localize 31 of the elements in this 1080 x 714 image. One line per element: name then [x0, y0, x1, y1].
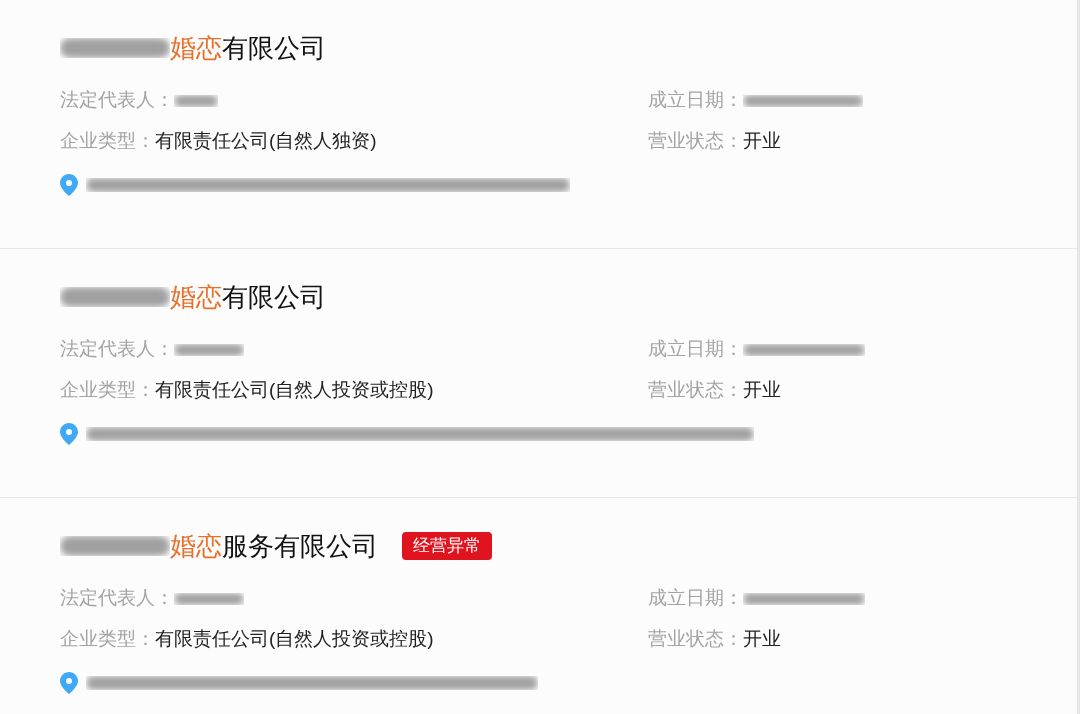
- field-label: 营业状态：: [648, 627, 743, 652]
- status-badge: 经营异常: [402, 532, 492, 560]
- blurred-text-drawing: [174, 94, 218, 107]
- blurred-text-drawing: [174, 592, 244, 605]
- field-label: 营业状态：: [648, 129, 743, 154]
- field-label: 法定代表人：: [60, 337, 174, 362]
- field-label: 成立日期：: [648, 337, 743, 362]
- company-card[interactable]: 婚恋有限公司 法定代表人： 成立日期： 企业类型：有限责任公司(自然人投资或控股) 营业状态：开业: [0, 249, 1077, 498]
- field-label: 企业类型：: [60, 627, 155, 652]
- field-label: 企业类型：: [60, 129, 155, 154]
- field-label: 成立日期：: [648, 586, 743, 611]
- field-value: 开业: [743, 627, 781, 652]
- company-card[interactable]: 婚恋有限公司 法定代表人： 成立日期： 企业类型：有限责任公司(自然人独资) 营业状态：开业: [0, 0, 1077, 249]
- company-name[interactable]: 婚恋有限公司: [170, 28, 326, 68]
- field-value: 开业: [743, 378, 781, 403]
- company-card[interactable]: 婚恋服务有限公司 经营异常 法定代表人： 成立日期： 企业类型：有限责任公司(自然人投资或控股) 营业状态：开业: [0, 498, 1077, 714]
- blurred-text-drawing: [174, 343, 244, 356]
- field-label: 法定代表人：: [60, 88, 174, 113]
- location-pin-icon: [60, 672, 78, 694]
- field-label: 成立日期：: [648, 88, 743, 113]
- field-value: 开业: [743, 129, 781, 154]
- field-label: 营业状态：: [648, 378, 743, 403]
- field-value: 有限责任公司(自然人投资或控股): [155, 378, 434, 403]
- company-name[interactable]: 婚恋服务有限公司: [170, 526, 378, 566]
- location-pin-icon: [60, 174, 78, 196]
- location-pin-icon: [60, 423, 78, 445]
- field-value: 有限责任公司(自然人投资或控股): [155, 627, 434, 652]
- company-name[interactable]: 婚恋有限公司: [170, 277, 326, 317]
- field-label: 法定代表人：: [60, 586, 174, 611]
- field-label: 企业类型：: [60, 378, 155, 403]
- field-value: 有限责任公司(自然人独资): [155, 129, 377, 154]
